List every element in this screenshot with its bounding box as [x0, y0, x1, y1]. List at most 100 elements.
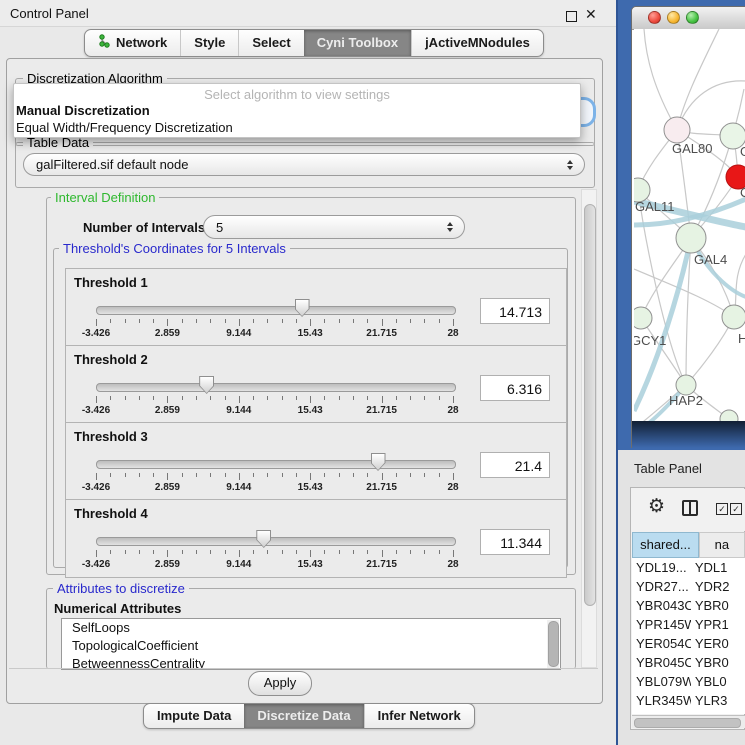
tick-label: -3.426	[82, 405, 110, 416]
tick-mark	[296, 319, 297, 323]
control-panel-titlebar: Control Panel ✕	[0, 0, 616, 27]
dropdown-option-manual-discretization[interactable]: Manual Discretization	[16, 103, 150, 118]
tick-label: 21.715	[366, 405, 397, 416]
horizontal-scrollbar[interactable]	[632, 715, 745, 728]
zoom-light-icon[interactable]	[686, 11, 699, 24]
threshold-value-field[interactable]: 6.316	[480, 375, 550, 401]
gear-icon[interactable]: ⚙	[648, 497, 665, 516]
table-row[interactable]: YBR043CYBR0	[632, 596, 745, 615]
table-row[interactable]: YPR145WYPR1	[632, 615, 745, 634]
tick-mark	[367, 473, 368, 477]
tick-mark	[396, 550, 397, 554]
vertical-scrollbar[interactable]	[581, 189, 597, 668]
slider-track[interactable]	[96, 460, 456, 469]
cell-shared-name: YBR043C	[632, 596, 691, 615]
tick-mark	[310, 319, 311, 326]
column-header-shared[interactable]: shared...	[632, 532, 699, 558]
tab-jactivemnodules[interactable]: jActiveMNodules	[411, 30, 543, 56]
tab-label: jActiveMNodules	[425, 35, 530, 50]
tick-mark	[196, 550, 197, 554]
tab-label: Infer Network	[378, 708, 461, 723]
tick-mark	[153, 319, 154, 323]
tick-mark	[410, 396, 411, 400]
tick-mark	[182, 319, 183, 323]
threshold-panel-1: Threshold 1-3.4262.8599.14415.4321.71528…	[65, 268, 567, 347]
slider-track[interactable]	[96, 383, 456, 392]
network-node[interactable]	[722, 305, 745, 329]
tick-mark	[110, 550, 111, 554]
checkbox-icon[interactable]: ✓	[716, 503, 728, 515]
minimize-light-icon[interactable]	[667, 11, 680, 24]
float-window-icon[interactable]	[566, 11, 577, 22]
tick-mark	[239, 550, 240, 557]
slider-track[interactable]	[96, 537, 456, 546]
interval-definition-title: Interval Definition	[51, 190, 159, 205]
tick-mark	[353, 396, 354, 400]
dropdown-option-equal-width-frequency-discretization[interactable]: Equal Width/Frequency Discretization	[16, 120, 233, 135]
tick-mark	[96, 550, 97, 557]
tab-label: Select	[252, 35, 290, 50]
tab-impute-data[interactable]: Impute Data	[144, 704, 244, 728]
node-label: GAL80	[672, 141, 712, 156]
tick-label: 15.43	[298, 328, 323, 339]
table-row[interactable]: YER054CYER0	[632, 634, 745, 653]
node-label: HAP2	[669, 393, 703, 408]
table-data-combo[interactable]: galFiltered.sif default node	[23, 153, 585, 176]
tick-mark	[253, 473, 254, 477]
cell-shared-name: YPR145W	[632, 615, 691, 634]
combo-stepper-icon	[447, 222, 453, 232]
close-light-icon[interactable]	[648, 11, 661, 24]
table-row[interactable]: YLR345WYLR3	[632, 691, 745, 710]
tab-discretize-data[interactable]: Discretize Data	[244, 704, 363, 728]
tick-label: 9.144	[226, 559, 251, 570]
tick-mark	[182, 550, 183, 554]
tick-mark	[382, 396, 383, 403]
cell-shared-name: YIL052C	[632, 710, 691, 714]
tick-mark	[410, 319, 411, 323]
tick-mark	[125, 473, 126, 477]
table-row[interactable]: YDR27...YDR2	[632, 577, 745, 596]
list-scrollbar[interactable]	[547, 620, 559, 668]
tab-network[interactable]: Network	[85, 30, 180, 56]
tick-mark	[296, 396, 297, 400]
table-row[interactable]: YDL19...YDL1	[632, 558, 745, 577]
checkbox-icon[interactable]: ✓	[730, 503, 742, 515]
scrollbar-thumb[interactable]	[634, 718, 741, 728]
column-header-na[interactable]: na	[699, 532, 745, 558]
table-row[interactable]: YBL079WYBL0	[632, 672, 745, 691]
tick-mark	[210, 319, 211, 323]
tab-select[interactable]: Select	[238, 30, 303, 56]
scrollbar-thumb[interactable]	[584, 204, 596, 606]
apply-button[interactable]: Apply	[248, 671, 312, 696]
network-edge[interactable]	[644, 29, 677, 130]
tab-style[interactable]: Style	[180, 30, 238, 56]
tick-mark	[410, 473, 411, 477]
numerical-attributes-list[interactable]: SelfLoopsTopologicalCoefficientBetweenne…	[61, 618, 561, 670]
threshold-label: Threshold 3	[74, 429, 148, 444]
threshold-value-field[interactable]: 14.713	[480, 298, 550, 324]
threshold-value-field[interactable]: 21.4	[480, 452, 550, 478]
network-node[interactable]	[720, 410, 738, 421]
cell-name: YPR1	[691, 615, 745, 634]
table-row[interactable]: YIL052CYIL0	[632, 710, 745, 714]
table-panel-body: ⚙ ✓ ✓ shared...na YDL19...YDL1YDR27...YD…	[630, 487, 745, 730]
split-columns-icon[interactable]	[682, 500, 698, 516]
tick-label: 28	[447, 405, 458, 416]
tab-infer-network[interactable]: Infer Network	[364, 704, 474, 728]
network-window-frame	[632, 421, 745, 448]
network-node[interactable]	[676, 375, 696, 395]
table-row[interactable]: YBR045CYBR0	[632, 653, 745, 672]
num-intervals-combo[interactable]: 5	[203, 215, 465, 239]
slider-track[interactable]	[96, 306, 456, 315]
tab-cyni-toolbox[interactable]: Cyni Toolbox	[304, 30, 411, 56]
network-canvas[interactable]: GAL80GCGAL11GAL4GCY1HHAP2	[634, 29, 745, 421]
network-node[interactable]	[634, 307, 652, 329]
network-node[interactable]	[664, 117, 690, 143]
close-icon[interactable]: ✕	[585, 6, 597, 23]
list-item[interactable]: TopologicalCoefficient	[62, 637, 560, 655]
network-node[interactable]	[676, 223, 706, 253]
tab-label: Network	[116, 35, 167, 50]
list-item[interactable]: SelfLoops	[62, 619, 560, 637]
threshold-value-field[interactable]: 11.344	[480, 529, 550, 555]
tick-mark	[110, 396, 111, 400]
